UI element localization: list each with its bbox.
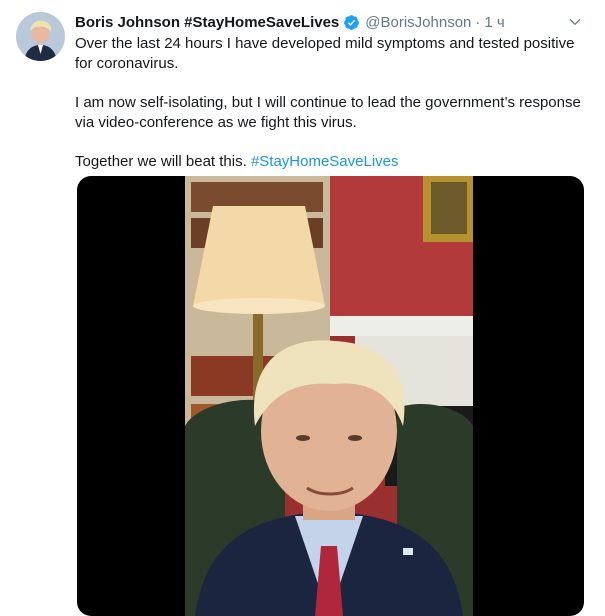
video-player[interactable]	[77, 176, 584, 616]
separator: ·	[475, 13, 481, 31]
closing-text: Together we will beat this.	[75, 153, 247, 170]
avatar[interactable]	[16, 12, 65, 61]
tweet-paragraph: I am now self-isolating, but I will cont…	[75, 94, 581, 131]
tweet-text: Over the last 24 hours I have developed …	[75, 34, 585, 191]
hashtag-link[interactable]: #StayHomeSaveLives	[251, 153, 399, 170]
verified-badge-icon	[343, 14, 360, 31]
tweet-paragraph-closing: Together we will beat this. #StayHomeSav…	[75, 152, 585, 172]
tweet-paragraph: Over the last 24 hours I have developed …	[75, 35, 575, 72]
video-frame	[185, 176, 473, 616]
chevron-down-icon[interactable]	[565, 12, 585, 32]
timestamp[interactable]: 1 ч	[484, 14, 504, 31]
author-handle[interactable]: @BorisJohnson	[365, 14, 471, 31]
tweet-header: Boris Johnson #StayHomeSaveLives @BorisJ…	[75, 12, 585, 32]
avatar-photo	[16, 12, 65, 61]
author-name[interactable]: Boris Johnson #StayHomeSaveLives	[75, 14, 339, 31]
